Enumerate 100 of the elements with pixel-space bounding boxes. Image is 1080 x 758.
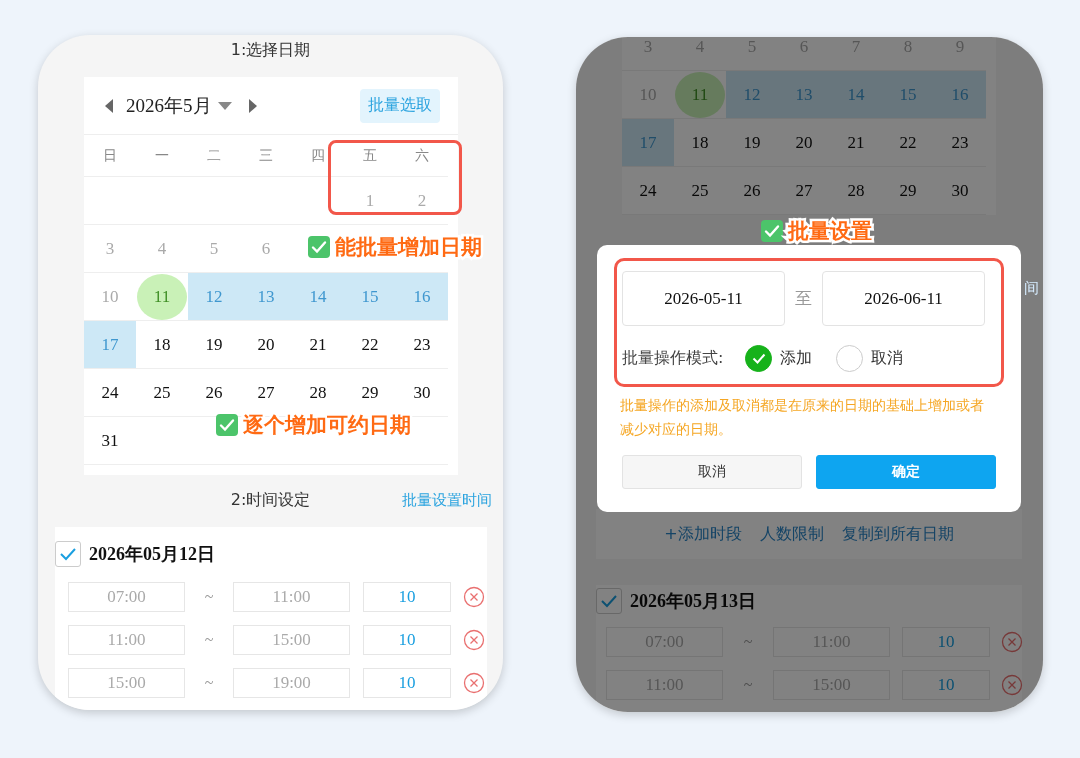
range-separator: ~ [203,631,215,649]
calendar-day[interactable]: 31 [84,417,136,464]
calendar-day[interactable]: 25 [674,167,726,214]
calendar-day[interactable]: 17 [622,119,674,166]
radio-icon[interactable] [745,344,773,372]
remove-icon[interactable] [463,629,485,651]
calendar-day[interactable]: 16 [396,273,448,320]
cancel-button[interactable]: 取消 [622,455,802,489]
confirm-button[interactable]: 确定 [816,455,996,489]
range-separator: ~ [203,588,215,606]
range-separator: ~ [742,676,754,694]
action-link[interactable]: +添加时段 [664,523,742,545]
calendar-day[interactable]: 16 [934,71,986,118]
calendar-day[interactable]: 15 [882,71,934,118]
checkbox[interactable] [55,540,81,567]
weekday-label: 五 [362,145,378,165]
previous-icon[interactable] [104,98,114,113]
checkbox[interactable] [596,587,622,614]
end-time-field[interactable]: 15:00 [233,625,350,655]
caret-icon[interactable] [217,101,232,110]
calendar-day[interactable]: 5 [188,225,240,272]
calendar-day[interactable]: 21 [292,321,344,368]
calendar-day[interactable]: 18 [674,119,726,166]
calendar-day[interactable]: 19 [726,119,778,166]
calendar-day[interactable]: 21 [830,119,882,166]
calendar-day[interactable]: 26 [726,167,778,214]
weekday-label: 六 [414,145,430,165]
calendar-day[interactable]: 17 [84,321,136,368]
calendar-day[interactable]: 1 [344,177,396,224]
calendar-day[interactable]: 30 [934,167,986,214]
calendar-day[interactable]: 11 [137,273,187,320]
calendar-day[interactable]: 20 [778,119,830,166]
hint-text: 批量操作的添加及取消都是在原来的日期的基础上增加或者减少对应的日期。 [620,396,985,439]
batch-time-link[interactable]: 间 [1024,279,1039,304]
calendar-day[interactable]: 14 [830,71,882,118]
end-date-field[interactable]: 2026-06-11 [822,271,985,326]
calendar-day[interactable]: 11 [675,71,725,118]
action-link[interactable]: 人数限制 [759,523,824,545]
calendar-day[interactable]: 19 [188,321,240,368]
calendar-day[interactable]: 24 [622,167,674,214]
batch-time-link[interactable]: 批量设置时间 [402,491,503,510]
calendar-day[interactable]: 29 [882,167,934,214]
calendar-day[interactable]: 24 [84,369,136,416]
date-label: 2026年05月13日 [630,589,756,613]
annotation-label: 批量设置 [788,218,872,245]
calendar-day[interactable]: 3 [84,225,136,272]
start-time-field[interactable]: 11:00 [68,625,185,655]
remove-icon[interactable] [1001,674,1023,696]
range-separator: ~ [742,633,754,651]
calendar-day[interactable]: 20 [240,321,292,368]
capacity-field[interactable]: 10 [363,668,451,698]
remove-icon[interactable] [1001,631,1023,653]
radio-icon[interactable] [836,344,864,372]
start-date-field[interactable]: 2026-05-11 [622,271,785,326]
end-time-field[interactable]: 11:00 [233,582,350,612]
calendar-day[interactable]: 14 [292,273,344,320]
capacity-field[interactable]: 10 [902,670,990,700]
calendar-day[interactable]: 12 [726,71,778,118]
calendar-day[interactable]: 15 [344,273,396,320]
batch-select-button[interactable]: 批量选取 [360,88,440,123]
check-square-icon [760,219,784,243]
calendar-day[interactable]: 25 [136,369,188,416]
end-time-field[interactable]: 19:00 [233,668,350,698]
start-time-field[interactable]: 15:00 [68,668,185,698]
remove-icon[interactable] [463,672,485,694]
next-icon[interactable] [247,98,258,113]
weekday-label: 一 [154,145,170,165]
calendar-day[interactable]: 10 [84,273,136,320]
calendar-day[interactable]: 2 [396,177,448,224]
step-title: 2:时间设定 [230,490,311,511]
calendar-day[interactable]: 22 [344,321,396,368]
calendar-day[interactable]: 27 [778,167,830,214]
action-link[interactable]: 复制到所有日期 [841,523,954,545]
annotation-label: 逐个增加可约日期 [243,412,411,439]
calendar-day[interactable]: 4 [136,225,188,272]
calendar-day[interactable]: 12 [188,273,240,320]
start-time-field[interactable]: 07:00 [68,582,185,612]
mode-option[interactable]: 取消 [836,344,904,372]
calendar-day[interactable]: 13 [778,71,830,118]
calendar-day[interactable]: 13 [240,273,292,320]
calendar-day[interactable]: 26 [188,369,240,416]
check-icon [59,546,77,561]
month-label[interactable]: 2026年5月 [126,92,212,119]
check-square-icon [307,235,331,259]
calendar-day[interactable]: 28 [830,167,882,214]
calendar-day[interactable]: 23 [934,119,986,166]
mode-label: 批量操作模式: [622,347,724,369]
calendar-day[interactable]: 22 [882,119,934,166]
capacity-field[interactable]: 10 [902,627,990,657]
mode-option[interactable]: 添加 [745,344,813,372]
capacity-field[interactable]: 10 [363,582,451,612]
calendar-day[interactable]: 18 [136,321,188,368]
calendar-day[interactable]: 6 [240,225,292,272]
weekday-label: 三 [258,145,274,165]
range-separator: ~ [203,674,215,692]
weekday-label: 日 [102,145,118,165]
calendar-day[interactable]: 23 [396,321,448,368]
weekday-label: 四 [310,145,326,165]
capacity-field[interactable]: 10 [363,625,451,655]
remove-icon[interactable] [463,586,485,608]
